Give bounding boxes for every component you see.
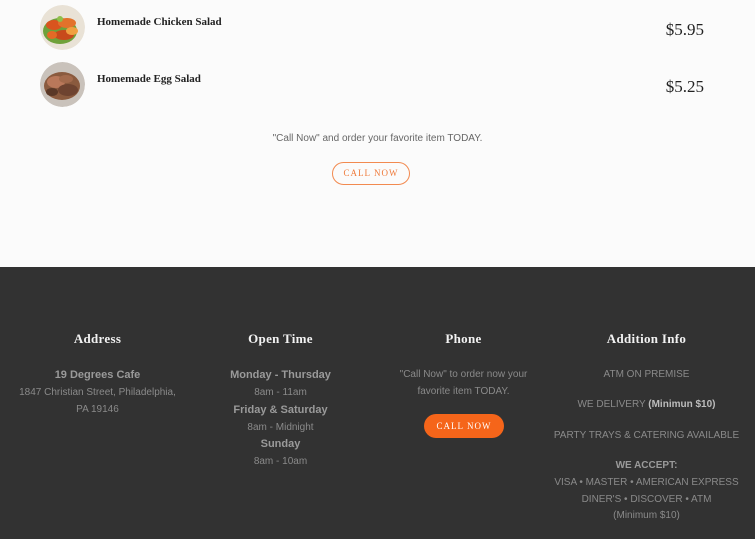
delivery-label: WE DELIVERY: [577, 399, 646, 410]
hours-time-1: 8am - 11am: [254, 387, 307, 398]
hours-time-2: 8am - Midnight: [247, 422, 314, 433]
delivery-info: WE DELIVERY (Minimun $10): [552, 399, 741, 410]
cards-line-2: DINER'S • DISCOVER • ATM: [581, 494, 712, 505]
hours-day-3: Sunday: [260, 438, 301, 450]
cards-line-1: VISA • MASTER • AMERICAN EXPRESS: [554, 477, 739, 488]
item-name: Homemade Egg Salad: [97, 73, 201, 85]
menu-section: Homemade Chicken Salad $5.95 Homemade Eg…: [0, 0, 755, 267]
egg-salad-image: [40, 62, 85, 107]
cta-text: "Call Now" and order your favorite item …: [272, 133, 483, 144]
party-trays-info: PARTY TRAYS & CATERING AVAILABLE: [553, 430, 740, 441]
item-price: $5.95: [665, 20, 704, 39]
menu-item[interactable]: Homemade Chicken Salad $5.95: [40, 5, 710, 51]
cafe-name: 19 Degrees Cafe: [54, 369, 141, 381]
cards-minimum: (Minimum $10): [613, 510, 680, 521]
item-price: $5.25: [665, 77, 704, 96]
info-title: Addition Info: [606, 331, 687, 346]
phone-text-2: favorite item TODAY.: [417, 386, 510, 397]
address-title: Address: [73, 331, 122, 346]
item-name: Homemade Chicken Salad: [97, 16, 222, 28]
address-line-2: PA 19146: [76, 404, 119, 415]
footer-call-now-button[interactable]: CALL NOW: [424, 414, 504, 438]
delivery-minimum: (Minimun $10): [648, 399, 716, 410]
open-time-title: Open Time: [248, 331, 313, 346]
chicken-salad-image: [40, 5, 85, 50]
footer: Address 19 Degrees Cafe 1847 Christian S…: [0, 267, 755, 539]
phone-text-1: "Call Now" to order now your: [399, 369, 528, 380]
hours-day-1: Monday - Thursday: [230, 369, 331, 381]
address-line-1: 1847 Christian Street, Philadelphia,: [19, 387, 176, 398]
hours-day-2: Friday & Saturday: [233, 404, 328, 416]
call-now-button[interactable]: CALL NOW: [332, 162, 410, 185]
menu-item[interactable]: Homemade Egg Salad $5.25: [40, 62, 710, 108]
phone-title: Phone: [445, 331, 482, 346]
accept-title: WE ACCEPT:: [615, 460, 678, 471]
hours-time-3: 8am - 10am: [253, 456, 308, 467]
atm-info: ATM ON PREMISE: [603, 369, 690, 380]
